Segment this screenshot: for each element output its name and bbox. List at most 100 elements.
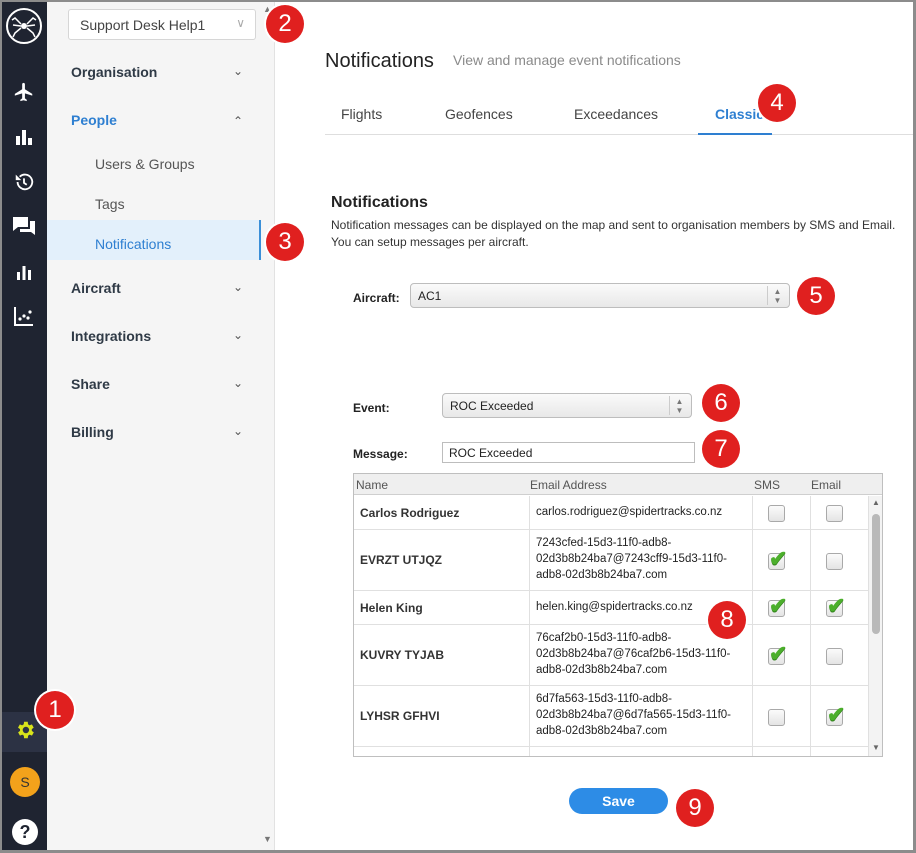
callout-marker: 5 [797,277,835,315]
event-select-value: ROC Exceeded [450,399,534,413]
table-row[interactable]: Carlos Rodriguez carlos.rodriguez@spider… [354,496,868,530]
callout-marker: 9 [676,789,714,827]
table-row [354,747,868,756]
help-icon[interactable]: ? [12,819,38,845]
email-checkbox[interactable]: ✔ [826,593,845,618]
sms-checkbox[interactable]: ✔ [768,593,787,618]
settings-nav: Support Desk Help1 ∨ ▲ Organisation ⌄ Pe… [47,2,275,850]
aircraft-select[interactable]: AC1 ▲ ▼ [410,283,790,308]
sms-checkbox[interactable] [768,709,785,726]
save-button[interactable]: Save [569,788,668,814]
callout-marker: 6 [702,384,740,422]
row-email: 7243cfed-15d3-11f0-adb8-02d3b8b24ba7@724… [536,537,727,581]
tab-flights[interactable]: Flights [341,106,382,122]
scroll-down-icon[interactable]: ▼ [872,743,880,752]
scatter-chart-icon[interactable] [10,302,38,330]
column-header-name[interactable]: Name [356,478,388,492]
row-name: EVRZT UTJQZ [360,553,443,567]
chat-icon[interactable] [10,212,38,240]
nav-item-billing[interactable]: Billing ⌄ [71,424,243,440]
table-row[interactable]: LYHSR GFHVI 6d7fa563-15d3-11f0-adb8-02d3… [354,686,868,747]
callout-marker: 7 [702,430,740,468]
check-icon: ✔ [769,593,788,618]
nav-item-label: People [71,112,117,128]
column-header-email-address[interactable]: Email Address [530,478,607,492]
grid-header: Name Email Address SMS Email [354,474,882,495]
nav-item-aircraft[interactable]: Aircraft ⌄ [71,280,243,296]
nav-sub-notifications[interactable]: Notifications [95,236,171,252]
spinner-icon: ▲ ▼ [669,396,689,415]
row-name: Helen King [360,601,423,615]
callout-marker: 8 [708,601,746,639]
spider-logo-icon[interactable] [6,8,42,44]
airplane-icon[interactable] [10,78,38,106]
history-icon[interactable] [10,168,38,196]
chevron-down-icon: ⌄ [233,64,244,78]
tab-bar: Flights Geofences Exceedances Classic [325,100,913,135]
nav-item-organisation[interactable]: Organisation ⌄ [71,64,243,80]
event-select[interactable]: ROC Exceeded ▲ ▼ [442,393,692,418]
avatar[interactable]: S [10,767,40,797]
spinner-icon: ▲ ▼ [767,286,787,305]
message-label: Message: [353,447,408,461]
bar-chart-icon[interactable] [10,123,38,151]
page-subtitle: View and manage event notifications [453,52,681,68]
gear-icon [14,719,36,746]
column-header-email[interactable]: Email [811,478,841,492]
email-checkbox[interactable]: ✔ [826,702,845,727]
section-title: Notifications [331,194,428,211]
event-label: Event: [353,401,390,415]
page-title: Notifications [325,50,434,72]
table-row[interactable]: EVRZT UTJQZ 7243cfed-15d3-11f0-adb8-02d3… [354,530,868,591]
row-email: carlos.rodriguez@spidertracks.co.nz [536,506,723,518]
app-window: S ? Support Desk Help1 ∨ ▲ Organisation … [2,2,913,850]
check-icon: ✔ [827,593,846,618]
active-tab-indicator [698,133,772,135]
row-name: KUVRY TYJAB [360,648,445,662]
grid-scrollbar[interactable]: ▲ ▼ [868,496,882,756]
nav-item-people[interactable]: People ⌃ [71,112,243,128]
nav-item-label: Billing [71,424,114,440]
row-name: Carlos Rodriguez [360,506,460,520]
chevron-down-icon: ∨ [236,16,245,30]
scroll-down-icon[interactable]: ▼ [263,834,272,844]
tab-geofences[interactable]: Geofences [445,106,513,122]
section-description: Notification messages can be displayed o… [331,218,896,249]
grid-body: Carlos Rodriguez carlos.rodriguez@spider… [354,496,868,756]
column-header-sms[interactable]: SMS [754,478,780,492]
nav-item-label: Organisation [71,64,158,80]
email-checkbox[interactable] [826,505,843,522]
aircraft-label: Aircraft: [353,291,400,305]
message-input[interactable]: ROC Exceeded [442,442,695,463]
chevron-down-icon: ⌄ [233,424,244,438]
callout-marker: 3 [266,223,304,261]
row-email: 6d7fa563-15d3-11f0-adb8-02d3b8b24ba7@6d7… [536,693,731,737]
chevron-down-icon: ⌄ [233,376,244,390]
sms-checkbox[interactable]: ✔ [768,641,787,666]
nav-sub-tags[interactable]: Tags [95,196,125,212]
check-icon: ✔ [769,641,788,666]
email-checkbox[interactable] [826,553,843,570]
org-selector-value: Support Desk Help1 [80,17,206,33]
tab-exceedances[interactable]: Exceedances [574,106,658,122]
tab-classic[interactable]: Classic [715,106,764,122]
chevron-down-icon: ⌄ [233,280,244,294]
nav-sub-users-groups[interactable]: Users & Groups [95,156,195,172]
sms-checkbox[interactable]: ✔ [768,546,787,571]
table-row[interactable]: Helen King helen.king@spidertracks.co.nz… [354,591,868,625]
nav-item-label: Share [71,376,110,392]
nav-item-label: Integrations [71,328,152,344]
sms-checkbox[interactable] [768,505,785,522]
nav-item-share[interactable]: Share ⌄ [71,376,243,392]
scroll-up-icon[interactable]: ▲ [872,498,880,507]
nav-item-integrations[interactable]: Integrations ⌄ [71,328,243,344]
callout-marker: 2 [266,5,304,43]
email-checkbox[interactable] [826,648,843,665]
analytics-icon[interactable] [10,258,38,286]
scrollbar-thumb[interactable] [872,514,880,634]
callout-marker: 1 [36,691,74,729]
table-row[interactable]: KUVRY TYJAB 76caf2b0-15d3-11f0-adb8-02d3… [354,625,868,686]
callout-marker: 4 [758,84,796,122]
check-icon: ✔ [769,546,788,571]
org-selector[interactable]: Support Desk Help1 ∨ [68,9,256,40]
